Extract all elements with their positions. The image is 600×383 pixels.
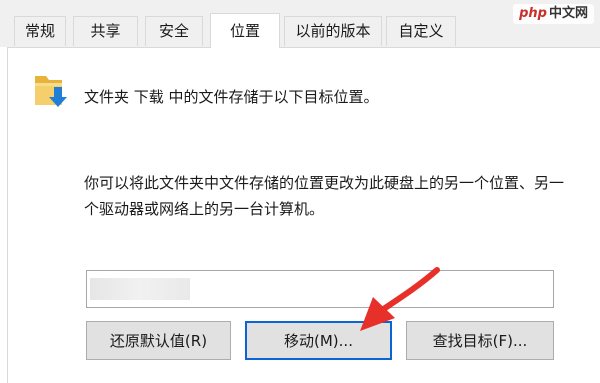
move-instructions: 你可以将此文件夹中文件存储的位置更改为此硬盘上的另一个位置、另一个驱动器或网络上… xyxy=(84,174,565,218)
tab-previous-versions[interactable]: 以前的版本 xyxy=(284,16,382,46)
tab-bar: 常规 共享 安全 位置 以前的版本 自定义 php 中文网 xyxy=(0,0,600,48)
tab-general[interactable]: 常规 xyxy=(14,16,66,46)
tab-security[interactable]: 安全 xyxy=(145,16,203,46)
obscured-path-value xyxy=(90,278,190,300)
folder-download-icon xyxy=(35,76,67,107)
find-target-button[interactable]: 查找目标(F)... xyxy=(406,321,554,360)
restore-default-button[interactable]: 还原默认值(R) xyxy=(86,321,231,360)
watermark-logo: php 中文网 xyxy=(513,4,594,24)
move-button[interactable]: 移动(M)... xyxy=(245,321,392,360)
location-description: 文件夹 下载 中的文件存储于以下目标位置。 xyxy=(84,88,379,106)
tab-location[interactable]: 位置 xyxy=(210,13,280,48)
tab-sharing[interactable]: 共享 xyxy=(73,16,138,46)
tab-customize[interactable]: 自定义 xyxy=(386,16,456,46)
